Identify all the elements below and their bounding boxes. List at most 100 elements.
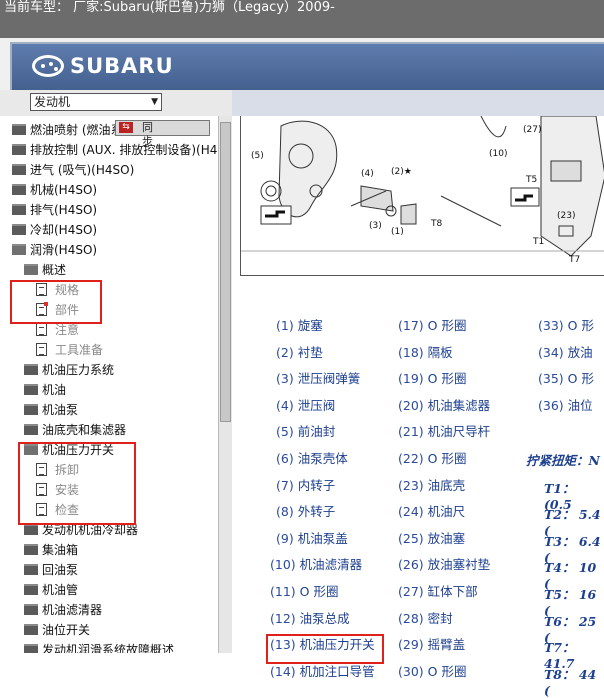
tree-item[interactable]: 油位开关 xyxy=(24,620,90,640)
legend-text: 机油滤清器 xyxy=(299,557,363,573)
tree-item-label: 概述 xyxy=(42,263,67,277)
legend-number: (34) xyxy=(538,344,568,360)
tree-item-label: 机油滤清器 xyxy=(42,603,103,617)
legend-item: (25) 放油塞 xyxy=(398,529,465,549)
diagram-callout: T8 xyxy=(430,219,442,229)
folder-icon xyxy=(24,524,38,535)
legend-text: O 形 xyxy=(567,318,594,333)
legend-item: (34) 放油 xyxy=(538,343,593,363)
legend-text: 缸体下部 xyxy=(427,584,478,599)
legend-item: (23) 油底壳 xyxy=(398,476,465,496)
tree-item[interactable]: 工具准备 xyxy=(36,340,103,360)
tree-item-label: 机械(H4SO) xyxy=(30,183,98,197)
tree-item[interactable]: 机油滤清器 xyxy=(24,600,102,620)
component-diagram: (5) (4) (2)★ (3) (1) T8 (10) (27) T5 (23) T1 T7 xyxy=(240,116,604,276)
system-select-row: 发动机 ▼ xyxy=(0,90,232,116)
tree-item[interactable]: 回油泵 xyxy=(24,560,78,580)
tree-item[interactable]: 机械(H4SO) xyxy=(12,180,97,200)
folder-icon xyxy=(12,184,26,195)
diagram-callout: (10) xyxy=(489,149,507,159)
tree-item-label: 润滑(H4SO) xyxy=(30,243,98,257)
tree-item[interactable]: 集油箱 xyxy=(24,540,78,560)
tree-item-label: 排气(H4SO) xyxy=(30,203,98,217)
legend-text: 前油封 xyxy=(297,424,336,440)
legend-number: (35) xyxy=(538,371,568,387)
legend-text: 机加注口导管 xyxy=(299,663,375,679)
tree-item-label: 机油压力系统 xyxy=(42,363,115,377)
folder-icon xyxy=(24,644,38,653)
legend-item: (6) 油泵壳体 xyxy=(276,449,348,469)
sync-button[interactable]: ⇆ 同 步 xyxy=(115,120,210,148)
diagram-callout: T7 xyxy=(568,255,580,265)
tree-item[interactable]: 冷却(H4SO) xyxy=(12,220,97,240)
legend-number: (12) xyxy=(270,610,300,626)
legend-text: 放油塞 xyxy=(427,530,466,546)
tree-item-label: 机油 xyxy=(42,383,67,397)
open-folder-icon xyxy=(12,244,26,255)
tree-scrollbar[interactable] xyxy=(218,116,232,653)
legend-item: (27) 缸体下部 xyxy=(398,582,478,602)
scrollbar-thumb[interactable] xyxy=(220,122,231,422)
tree-item[interactable]: 进气 (吸气)(H4SO) xyxy=(12,160,134,180)
legend-item: (10) 机油滤清器 xyxy=(270,555,362,575)
tree-item[interactable]: 概述 xyxy=(24,260,66,280)
legend-number: (6) xyxy=(276,451,298,466)
legend-number: (30) xyxy=(398,663,428,679)
torque-title: 拧紧扭矩：N xyxy=(526,453,600,468)
system-select[interactable]: 发动机 ▼ xyxy=(30,93,162,111)
diagram-callout: (5) xyxy=(251,151,264,161)
folder-icon xyxy=(12,164,26,175)
tree-item-label: 发动机润滑系统故障概述 xyxy=(42,643,175,653)
legend-item: (36) 油位 xyxy=(538,396,593,416)
folder-icon xyxy=(24,384,38,395)
legend-text: 油底壳 xyxy=(427,477,466,493)
legend-number: (17) xyxy=(398,318,428,333)
legend-item: (4) 泄压阀 xyxy=(276,396,335,416)
legend-number: (10) xyxy=(270,557,300,573)
legend-number: (2) xyxy=(276,344,298,360)
legend-number: (28) xyxy=(398,610,428,626)
legend-text: 隔板 xyxy=(427,344,453,360)
legend-text: 泄压阀弹簧 xyxy=(297,371,361,387)
folder-icon xyxy=(12,124,26,135)
legend-item: (30) O 形圈 xyxy=(398,662,466,682)
legend-number: (8) xyxy=(276,504,298,520)
legend-text: 油位 xyxy=(567,397,593,413)
legend-number: (29) xyxy=(398,637,428,653)
legend-text: 密封 xyxy=(427,610,453,626)
diagram-callout: (2)★ xyxy=(391,167,412,177)
tree-item[interactable]: 机油管 xyxy=(24,580,78,600)
legend-item: (14) 机加注口导管 xyxy=(270,662,375,682)
subaru-logo: SUBARU xyxy=(32,54,174,78)
legend-text: O 形圈 xyxy=(427,663,467,679)
tree-item[interactable]: 排气(H4SO) xyxy=(12,200,97,220)
legend-text: 放油塞衬垫 xyxy=(427,557,491,573)
folder-icon xyxy=(24,564,38,575)
tree-item[interactable]: 机油泵 xyxy=(24,400,78,420)
tree-item[interactable]: 机油压力系统 xyxy=(24,360,114,380)
legend-text: 油泵壳体 xyxy=(297,451,348,466)
navigation-tree: 燃油喷射 (燃油系统)(H4SO)排放控制 (AUX. 排放控制设备)(H4SO… xyxy=(0,116,218,653)
folder-icon xyxy=(24,544,38,555)
legend-item: (5) 前油封 xyxy=(276,422,335,442)
legend-text: 衬垫 xyxy=(297,344,323,360)
legend-item: (19) O 形圈 xyxy=(398,369,466,389)
tree-item[interactable]: 润滑(H4SO) xyxy=(12,240,97,260)
legend-item: (28) 密封 xyxy=(398,609,453,629)
folder-icon xyxy=(12,204,26,215)
legend-number: (20) xyxy=(398,397,428,413)
tree-item[interactable]: 油底壳和集滤器 xyxy=(24,420,126,440)
vehicle-info-bar: 当前车型： 厂家:Subaru(斯巴鲁)力狮（Legacy）2009- xyxy=(0,0,604,38)
folder-icon xyxy=(12,144,26,155)
legend-item: (3) 泄压阀弹簧 xyxy=(276,369,360,389)
legend-text: O 形圈 xyxy=(427,371,467,387)
tree-item[interactable]: 机油 xyxy=(24,380,66,400)
legend-number: (7) xyxy=(276,477,298,493)
legend-number: (4) xyxy=(276,397,298,413)
tree-item[interactable]: 发动机润滑系统故障概述 xyxy=(24,640,174,653)
folder-icon xyxy=(24,404,38,415)
legend-item: (17) O 形圈 xyxy=(398,316,466,336)
legend-text: 内转子 xyxy=(297,477,336,493)
dropdown-arrow-icon[interactable]: ▼ xyxy=(151,94,158,110)
diagram-callout: (27) xyxy=(523,125,541,135)
